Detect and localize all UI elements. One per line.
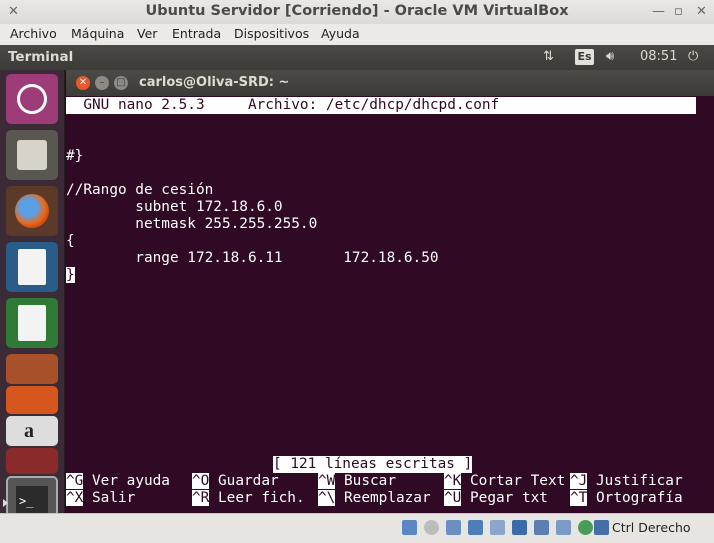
shortcut-key: ^J [570,473,588,489]
maximize-icon[interactable]: ▫ [674,4,683,19]
files-icon[interactable] [6,130,58,180]
shared-folders-icon[interactable] [512,520,527,535]
shortcut-label: Pegar txt [470,490,548,506]
shortcut-label: Buscar [344,473,396,489]
shortcut-guardar: ^O Guardar [192,473,279,490]
text-line: range 172.18.6.11 172.18.6.50 [66,250,439,266]
text-line: #} [66,148,84,164]
shortcut-leer-fich: ^R Leer fich. [192,490,305,507]
shortcut-label: Ortografía [596,490,683,506]
terminal-titlebar[interactable]: ✕ – □ carlos@Oliva-SRD: ~ [66,70,714,96]
power-icon[interactable]: ⏻ [688,49,698,64]
close-icon[interactable]: ✕ [696,4,707,19]
nano-status-message: [ 121 líneas escritas ] [273,456,473,473]
window-title: Ubuntu Servidor [Corriendo] - Oracle VM … [145,3,569,19]
shortcut-justificar: ^J Justificar [570,473,683,490]
shortcut-salir: ^X Salir [66,490,135,507]
text-cursor: } [66,267,75,283]
close-icon[interactable]: ✕ [76,76,90,90]
terminal-launcher-icon[interactable]: >_ [3,476,58,513]
terminal-content[interactable]: GNU nano 2.5.3 Archivo: /etc/dhcp/dhcpd.… [66,96,714,513]
unity-launcher: a >_ [0,70,65,513]
shortcut-key: ^T [570,490,588,506]
clock[interactable]: 08:51 [640,49,677,64]
shortcut-key: ^O [192,473,210,489]
shortcut-key: ^R [192,490,210,506]
libreoffice-writer-icon[interactable] [6,242,58,292]
shortcut-label: Leer fich. [218,490,305,506]
guest-display[interactable]: Terminal ⇅ Es 🔊︎ 08:51 ⏻ a >_ ✕ – □ carl… [0,45,714,513]
usb-icon[interactable] [490,520,505,535]
libreoffice-calc-icon[interactable] [6,298,58,348]
menu-archivo[interactable]: Archivo [10,26,57,41]
menu-ver[interactable]: Ver [137,26,157,41]
virtualbox-titlebar: ✕ Ubuntu Servidor [Corriendo] - Oracle V… [0,0,714,25]
shortcut-ver-ayuda: ^G Ver ayuda [66,473,170,490]
text-line: netmask 255.255.255.0 [66,216,318,232]
virtualbox-statusbar: Ctrl Derecho [0,513,714,543]
shortcut-label: Justificar [596,473,683,489]
text-line: subnet 172.18.6.0 [66,199,283,215]
keyboard-capture-icon[interactable] [594,520,609,535]
menu-maquina[interactable]: Máquina [71,26,124,41]
shortcut-label: Guardar [218,473,279,489]
ubuntu-dash-icon[interactable] [6,74,58,124]
virtualization-icon[interactable] [578,520,593,535]
shortcut-cortar-text: ^K Cortar Text [444,473,565,490]
active-app-name: Terminal [8,49,74,65]
nano-header: GNU nano 2.5.3 Archivo: /etc/dhcp/dhcpd.… [66,97,696,114]
shortcut-label: Cortar Text [470,473,566,489]
audio-icon[interactable] [446,520,461,535]
shortcut-label: Salir [92,490,136,506]
libreoffice-impress-icon[interactable] [6,354,58,384]
shortcut-label: Ver ayuda [92,473,170,489]
shortcut-key: ^\ [318,490,336,506]
menu-entrada[interactable]: Entrada [172,26,221,41]
minimize-icon[interactable]: – [95,76,109,90]
shortcut-ortografia: ^T Ortografía [570,490,683,507]
shortcut-pegar-txt: ^U Pegar txt [444,490,548,507]
text-line: { [66,233,75,249]
display-icon[interactable] [534,520,549,535]
shortcut-key: ^U [444,490,462,506]
system-settings-icon[interactable] [6,448,58,474]
menu-dispositivos[interactable]: Dispositivos [234,26,309,41]
shortcut-reemplazar: ^\ Reemplazar [318,490,431,507]
keyboard-layout-indicator[interactable]: Es [575,49,594,65]
hard-disk-icon[interactable] [402,520,417,535]
video-capture-icon[interactable] [556,520,571,535]
volume-icon[interactable]: 🔊︎ [606,49,614,64]
host-key-label: Ctrl Derecho [612,520,691,535]
shortcut-key: ^W [318,473,336,489]
amazon-icon[interactable]: a [6,416,58,446]
network-icon[interactable]: ⇅ [543,49,554,64]
network-adapter-icon[interactable] [468,520,483,535]
optical-drive-icon[interactable] [424,520,439,535]
shortcut-key: ^K [444,473,462,489]
text-line: //Rango de cesión [66,182,214,198]
minimize-icon[interactable]: — [652,4,665,19]
shortcut-key: ^G [66,473,84,489]
firefox-icon[interactable] [6,186,58,236]
ubuntu-top-panel: Terminal ⇅ Es 🔊︎ 08:51 ⏻ [0,45,714,70]
maximize-icon[interactable]: □ [114,76,128,90]
menu-ayuda[interactable]: Ayuda [321,26,360,41]
virtualbox-menubar: Archivo Máquina Ver Entrada Dispositivos… [0,24,714,46]
running-indicator [3,499,8,507]
ubuntu-software-center-icon[interactable] [6,386,58,414]
shortcut-buscar: ^W Buscar [318,473,396,490]
terminal-title: carlos@Oliva-SRD: ~ [139,75,290,90]
shortcut-key: ^X [66,490,84,506]
shortcut-label: Reemplazar [344,490,431,506]
